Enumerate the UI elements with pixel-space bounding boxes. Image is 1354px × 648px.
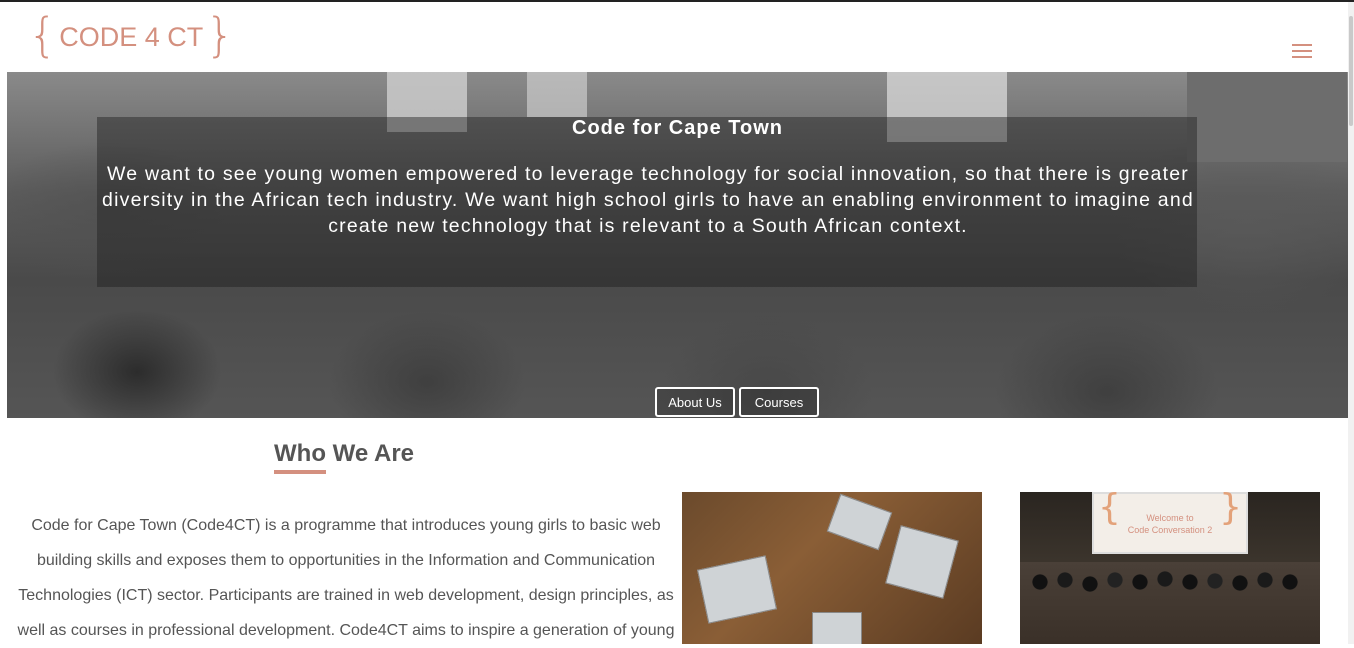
who-we-are-heading: Who We Are: [274, 440, 415, 467]
group-crowd: [1020, 562, 1320, 644]
laptop-shape: [885, 525, 959, 599]
hamburger-icon[interactable]: [1292, 44, 1314, 60]
laptop-shape: [697, 555, 777, 624]
hero-description: We want to see young women empowered to …: [102, 163, 1194, 237]
hamburger-line: [1292, 56, 1312, 58]
about-us-button[interactable]: About Us: [655, 387, 735, 417]
hamburger-line: [1292, 50, 1312, 52]
logo-text: CODE 4 CT: [59, 21, 204, 52]
laptop-shape: [812, 612, 862, 644]
courses-button[interactable]: Courses: [739, 387, 819, 417]
screen-brace-left: {: [1098, 492, 1121, 528]
projector-screen: { Welcome to Code Conversation 2 }: [1092, 492, 1248, 554]
hero-banner: Code for Cape Town We want to see young …: [7, 72, 1348, 418]
laptop-shape: [826, 493, 893, 551]
logo[interactable]: { CODE 4 CT }: [28, 12, 235, 62]
hero-button-group: About Us Courses: [655, 387, 819, 417]
page-scrollbar[interactable]: [1348, 2, 1354, 644]
logo-right-brace: }: [205, 8, 235, 62]
hero-photo-detail: [527, 72, 587, 117]
hero-title: Code for Cape Town: [572, 117, 783, 139]
workshop-laptops-photo: [682, 492, 982, 644]
screen-brace-right: }: [1219, 492, 1242, 528]
heading-underline: [274, 470, 326, 474]
code-conversation-photo: { Welcome to Code Conversation 2 }: [1020, 492, 1320, 644]
scrollbar-thumb[interactable]: [1349, 16, 1353, 126]
site-header: { CODE 4 CT }: [0, 2, 1354, 72]
logo-left-brace: {: [28, 8, 58, 62]
hamburger-line: [1292, 44, 1312, 46]
who-we-are-text: Code for Cape Town (Code4CT) is a progra…: [17, 517, 675, 639]
